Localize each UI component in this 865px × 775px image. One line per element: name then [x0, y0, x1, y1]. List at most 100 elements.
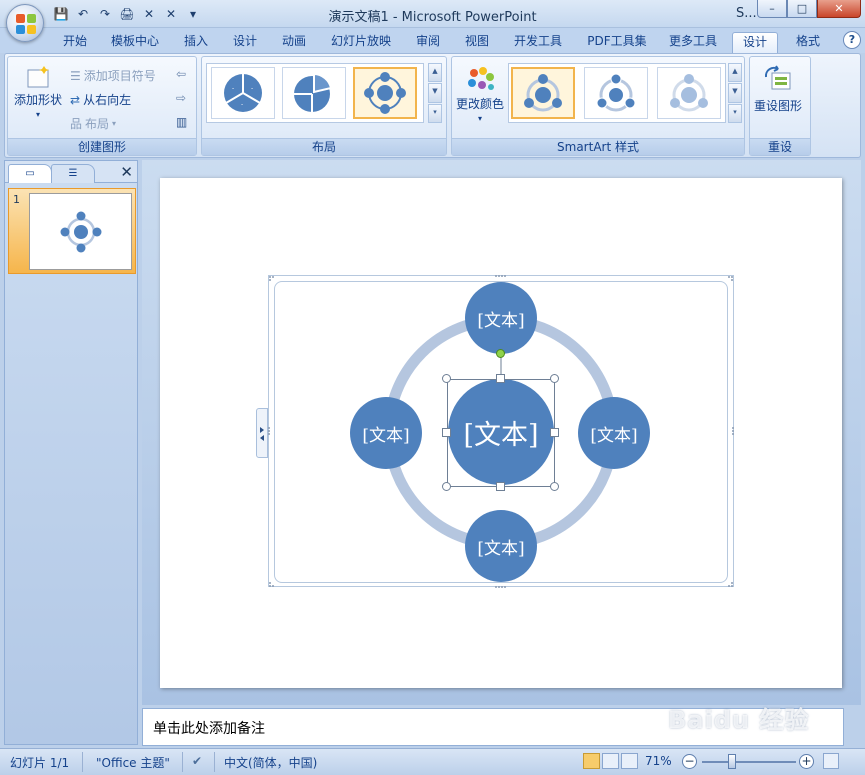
svg-text:-: -	[251, 85, 253, 92]
promote-icon[interactable]: ⇦	[176, 67, 186, 81]
svg-text:-: -	[241, 101, 243, 108]
smartart-style-gallery	[508, 63, 726, 123]
maximize-button[interactable]: □	[787, 0, 817, 18]
fit-window-button[interactable]	[823, 753, 839, 769]
tab-view[interactable]: 视图	[457, 32, 497, 53]
tab-design[interactable]: 设计	[225, 32, 265, 53]
resize-handle-sw[interactable]	[442, 482, 451, 491]
style-thumb-outline[interactable]	[584, 67, 648, 119]
resize-handle-ne[interactable]	[550, 374, 559, 383]
slide-thumbnail-1[interactable]: 1	[8, 188, 136, 274]
resize-handle-s[interactable]	[496, 482, 505, 491]
zoom-out-button[interactable]: −	[682, 754, 697, 769]
style-gallery-up-icon[interactable]: ▲	[728, 63, 742, 83]
outline-tab[interactable]: ☰	[51, 164, 95, 183]
style-thumb-light[interactable]	[657, 67, 721, 119]
tab-home[interactable]: 开始	[55, 32, 95, 53]
tab-more-tools[interactable]: 更多工具	[662, 32, 724, 53]
slides-panel-tabs: ▭ ☰ ✕	[5, 161, 137, 183]
gallery-down-icon[interactable]: ▼	[428, 83, 442, 103]
tab-smartart-design[interactable]: 设计	[732, 32, 778, 53]
layout-thumb-segmented[interactable]	[282, 67, 346, 119]
svg-text:-: -	[232, 85, 234, 92]
normal-view-button[interactable]	[583, 753, 600, 769]
right-to-left-button[interactable]: ⇄ 从右向左	[70, 91, 131, 108]
zoom-in-button[interactable]: +	[799, 754, 814, 769]
gallery-more-icon[interactable]: ▾	[428, 103, 442, 123]
style-thumb-flat-selected[interactable]	[511, 67, 575, 119]
zoom-slider-track[interactable]	[702, 761, 796, 763]
layout-gallery-scroller[interactable]: ▲ ▼ ▾	[428, 63, 442, 123]
slide-canvas[interactable]: [文本] [文本] [文本] [文本] [文本]	[160, 178, 842, 688]
tab-template-center[interactable]: 模板中心	[103, 32, 167, 53]
demote-icon[interactable]: ⇨	[176, 91, 186, 105]
slides-tab[interactable]: ▭	[8, 164, 52, 183]
gallery-up-icon[interactable]: ▲	[428, 63, 442, 83]
add-shape-icon	[27, 66, 49, 88]
title-bar: 💾 ↶ ↷ 🖨 ✕ ✕ ▾ 演示文稿1 - Microsoft PowerPoi…	[0, 0, 865, 28]
office-button[interactable]	[6, 4, 44, 42]
layout-menu-label: 布局	[85, 117, 110, 131]
group-create-graphic: 添加形状 ▾ ☰ 添加项目符号 ⇄ 从右向左 品 布局 ▾ ⇦ ⇨ ▥ 创建图形	[7, 56, 197, 156]
style-gallery-scroller[interactable]: ▲ ▼ ▾	[728, 63, 742, 123]
smartart-node-right[interactable]: [文本]	[578, 397, 650, 469]
swap-arrows-icon: ⇄	[70, 92, 81, 107]
smartart-node-top[interactable]: [文本]	[465, 282, 537, 354]
layout-thumb-radial-selected[interactable]	[353, 67, 417, 119]
add-bullet-button[interactable]: ☰ 添加项目符号	[70, 67, 156, 84]
tab-slideshow[interactable]: 幻灯片放映	[323, 32, 399, 53]
resize-handle-nw[interactable]	[442, 374, 451, 383]
status-language[interactable]: 中文(简体，中国)	[224, 754, 317, 771]
ribbon-tabs: 开始 模板中心 插入 设计 动画 幻灯片放映 审阅 视图 开发工具 PDF工具集…	[0, 28, 865, 53]
reset-graphic-button[interactable]: 重设图形	[754, 65, 802, 114]
spellcheck-icon[interactable]: ✔	[192, 754, 202, 768]
group-layout-label: 布局	[202, 138, 446, 155]
smartart-node-bottom[interactable]: [文本]	[465, 510, 537, 582]
ribbon: 添加形状 ▾ ☰ 添加项目符号 ⇄ 从右向左 品 布局 ▾ ⇦ ⇨ ▥ 创建图形…	[4, 53, 861, 158]
resize-handle-w[interactable]	[442, 428, 451, 437]
tab-review[interactable]: 审阅	[408, 32, 448, 53]
group-create-graphic-label: 创建图形	[8, 138, 196, 155]
zoom-level[interactable]: 71%	[645, 754, 672, 768]
slide-thumbnail-number: 1	[13, 193, 20, 206]
zoom-slider-thumb[interactable]	[728, 754, 736, 769]
status-slide-count: 幻灯片 1/1	[10, 756, 70, 770]
close-button[interactable]: ✕	[817, 0, 861, 18]
group-layout: - - - ▲ ▼ ▾ 布局	[201, 56, 447, 156]
group-reset-label: 重设	[750, 138, 810, 155]
watermark-brand: Baidu 经验	[668, 706, 810, 734]
panel-close-icon[interactable]: ✕	[120, 163, 133, 181]
style-gallery-down-icon[interactable]: ▼	[728, 83, 742, 103]
outline-tab-icon: ☰	[68, 168, 78, 179]
tab-format[interactable]: 格式	[786, 32, 830, 53]
resize-handle-se[interactable]	[550, 482, 559, 491]
change-colors-button[interactable]: 更改颜色 ▾	[456, 65, 504, 123]
slideshow-view-button[interactable]	[621, 753, 638, 769]
tab-insert[interactable]: 插入	[176, 32, 216, 53]
resize-handle-n[interactable]	[496, 374, 505, 383]
vertical-scrollbar[interactable]	[845, 160, 861, 705]
rotate-handle[interactable]	[496, 349, 505, 358]
add-shape-button[interactable]: 添加形状 ▾	[14, 65, 62, 119]
tab-pdf-tools[interactable]: PDF工具集	[580, 32, 654, 53]
slide-sorter-button[interactable]	[602, 753, 619, 769]
slide-editing-area: [文本] [文本] [文本] [文本] [文本]	[142, 160, 861, 705]
layout-menu-button[interactable]: 品 布局 ▾	[70, 115, 116, 132]
resize-handle-e[interactable]	[550, 428, 559, 437]
smartart-node-left[interactable]: [文本]	[350, 397, 422, 469]
help-icon[interactable]: ?	[843, 31, 861, 49]
group-reset: 重设图形 重设	[749, 56, 811, 156]
change-colors-label: 更改颜色	[456, 97, 505, 111]
minimize-button[interactable]: –	[757, 0, 787, 18]
text-pane-icon[interactable]: ▥	[176, 115, 187, 129]
style-gallery-more-icon[interactable]: ▾	[728, 103, 742, 123]
window-title-extra: S...	[736, 6, 757, 21]
tab-developer[interactable]: 开发工具	[506, 32, 570, 53]
layout-thumb-cycle-pie[interactable]: - - -	[211, 67, 275, 119]
tab-animation[interactable]: 动画	[274, 32, 314, 53]
watermark-url: jingyan.baidu.com	[706, 731, 799, 742]
slides-panel: ▭ ☰ ✕ 1	[4, 160, 138, 745]
group-smartart-styles-label: SmartArt 样式	[452, 138, 744, 155]
group-smartart-styles: 更改颜色 ▾ ▲ ▼ ▾ SmartArt 样式	[451, 56, 745, 156]
status-bar: 幻灯片 1/1 "Office 主题" ✔ 中文(简体，中国) 71% − +	[0, 748, 865, 775]
